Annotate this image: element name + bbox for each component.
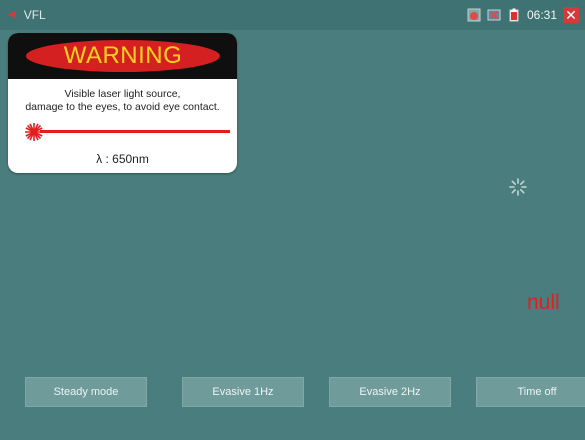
clock: 06:31 <box>526 8 557 22</box>
status-value: null <box>527 291 560 314</box>
laser-warning-card: WARNING Visible laser light source, dama… <box>8 33 237 173</box>
close-icon[interactable]: ✕ <box>563 7 579 23</box>
warning-line-2: damage to the eyes, to avoid eye contact… <box>25 101 220 113</box>
laser-beam-line <box>40 130 230 133</box>
alarm-icon <box>467 8 481 22</box>
status-area: 06:31 ✕ <box>467 6 579 24</box>
warning-header: WARNING <box>8 33 237 79</box>
battery-icon <box>509 8 519 22</box>
app-title: VFL <box>23 8 46 22</box>
app-title-area: ◀ VFL <box>8 7 46 23</box>
evasive-1hz-button[interactable]: Evasive 1Hz <box>182 377 304 407</box>
warning-heading: WARNING <box>26 40 220 72</box>
steady-mode-button[interactable]: Steady mode <box>25 377 147 407</box>
wavelength-label: λ : 650nm <box>96 152 149 166</box>
top-bar: ◀ VFL 06:31 ✕ <box>0 0 585 30</box>
warning-line-1: Visible laser light source, <box>64 88 181 100</box>
network-off-icon <box>487 9 501 21</box>
loading-spinner-icon <box>509 178 527 196</box>
evasive-2hz-button[interactable]: Evasive 2Hz <box>329 377 451 407</box>
back-arrow-icon[interactable]: ◀ <box>8 10 16 20</box>
warning-message: Visible laser light source, damage to th… <box>8 88 237 114</box>
time-off-button[interactable]: Time off <box>476 377 585 407</box>
